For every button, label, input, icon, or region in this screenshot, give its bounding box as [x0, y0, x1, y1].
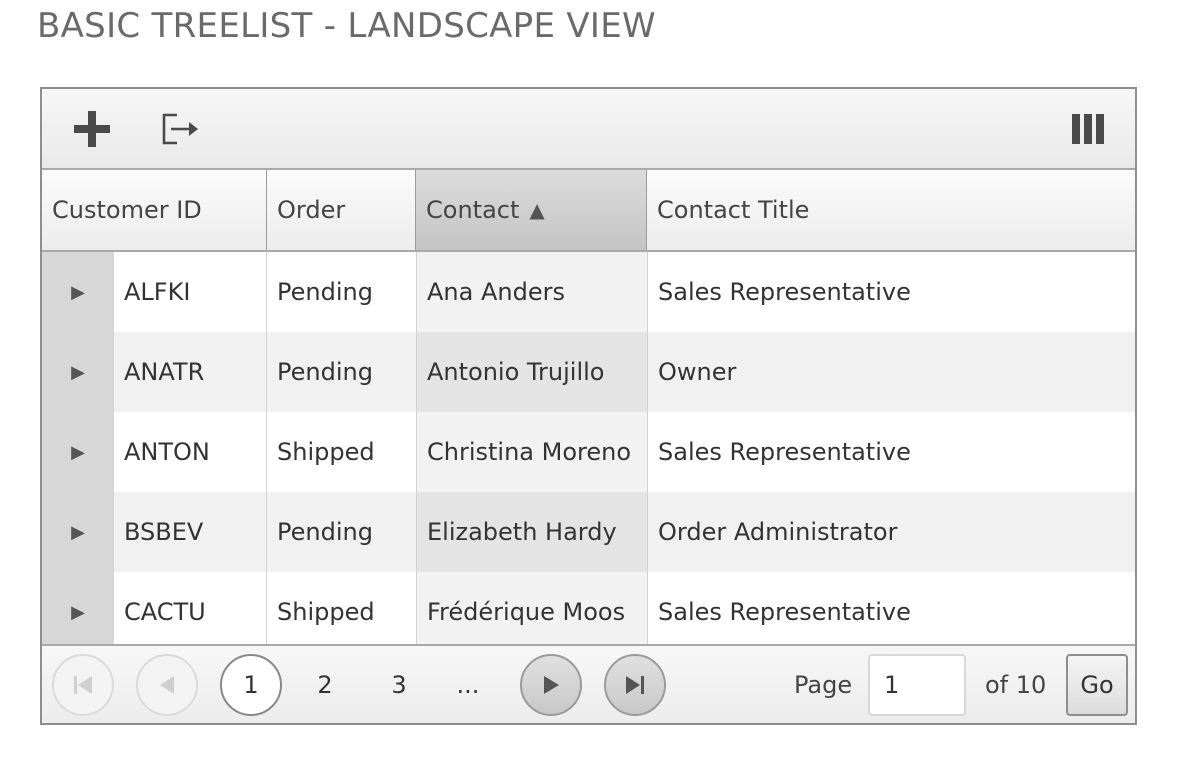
- plus-icon: [74, 111, 110, 147]
- cell-order: Shipped: [266, 412, 416, 492]
- expand-arrow-icon[interactable]: ▶: [42, 412, 114, 492]
- page-ellipsis-button[interactable]: ...: [448, 654, 488, 716]
- column-header-contact[interactable]: Contact ▲: [416, 170, 647, 250]
- cell-contact-title: Sales Representative: [647, 412, 1135, 492]
- expand-arrow-icon[interactable]: ▶: [42, 492, 114, 572]
- column-header-customer-id[interactable]: Customer ID: [42, 170, 267, 250]
- expand-arrow-icon[interactable]: ▶: [42, 572, 114, 644]
- export-button[interactable]: [156, 105, 204, 153]
- add-button[interactable]: [68, 105, 116, 153]
- page-button[interactable]: 3: [379, 654, 419, 716]
- go-button[interactable]: Go: [1066, 654, 1128, 716]
- column-header-row: Customer ID Order Contact ▲ Contact Titl…: [42, 170, 1135, 252]
- cell-order: Pending: [266, 332, 416, 412]
- last-page-button[interactable]: [604, 654, 666, 716]
- previous-page-icon: [160, 676, 174, 694]
- column-header-label: Contact Title: [657, 196, 810, 224]
- cell-contact-title: Sales Representative: [647, 252, 1135, 332]
- table-row[interactable]: ▶ CACTU Shipped Frédérique Moos Sales Re…: [42, 572, 1135, 644]
- pager: 1 2 3 ... Page of 10 Go: [42, 644, 1135, 723]
- first-page-icon: [74, 676, 92, 694]
- page-button[interactable]: 2: [305, 654, 345, 716]
- page-button-current[interactable]: 1: [220, 654, 282, 716]
- cell-customer-id: ANTON: [124, 438, 210, 466]
- sort-ascending-icon: ▲: [529, 198, 545, 222]
- column-chooser-button[interactable]: [1064, 105, 1112, 153]
- cell-contact: Frédérique Moos: [416, 572, 647, 644]
- cell-contact: Elizabeth Hardy: [416, 492, 647, 572]
- column-header-label: Customer ID: [52, 196, 202, 224]
- page-count-label: of 10: [985, 671, 1047, 699]
- cell-contact-title: Sales Representative: [647, 572, 1135, 644]
- table-body: ▶ ALFKI Pending Ana Anders Sales Represe…: [42, 252, 1135, 644]
- page-number-input[interactable]: [868, 654, 966, 716]
- page-title: BASIC TREELIST - LANDSCAPE VIEW: [37, 6, 656, 46]
- table-row[interactable]: ▶ BSBEV Pending Elizabeth Hardy Order Ad…: [42, 492, 1135, 572]
- columns-icon: [1072, 114, 1104, 144]
- cell-customer-id: BSBEV: [124, 518, 204, 546]
- column-header-label: Order: [277, 196, 346, 224]
- cell-contact-title: Order Administrator: [647, 492, 1135, 572]
- column-header-order[interactable]: Order: [267, 170, 416, 250]
- cell-customer-id: CACTU: [124, 598, 206, 626]
- page-label: Page: [794, 671, 853, 699]
- cell-contact: Christina Moreno: [416, 412, 647, 492]
- cell-contact: Ana Anders: [416, 252, 647, 332]
- column-header-contact-title[interactable]: Contact Title: [647, 170, 1135, 250]
- expand-arrow-icon[interactable]: ▶: [42, 252, 114, 332]
- table-row[interactable]: ▶ ANTON Shipped Christina Moreno Sales R…: [42, 412, 1135, 492]
- cell-order: Pending: [266, 252, 416, 332]
- first-page-button[interactable]: [52, 654, 114, 716]
- cell-contact: Antonio Trujillo: [416, 332, 647, 412]
- table-row[interactable]: ▶ ALFKI Pending Ana Anders Sales Represe…: [42, 252, 1135, 332]
- cell-customer-id: ALFKI: [124, 278, 191, 306]
- table-row[interactable]: ▶ ANATR Pending Antonio Trujillo Owner: [42, 332, 1135, 412]
- next-page-button[interactable]: [520, 654, 582, 716]
- toolbar: [42, 89, 1135, 170]
- next-page-icon: [544, 676, 559, 694]
- cell-order: Pending: [266, 492, 416, 572]
- expand-arrow-icon[interactable]: ▶: [42, 332, 114, 412]
- cell-order: Shipped: [266, 572, 416, 644]
- treelist: Customer ID Order Contact ▲ Contact Titl…: [40, 87, 1137, 725]
- previous-page-button[interactable]: [136, 654, 198, 716]
- last-page-icon: [626, 676, 644, 694]
- cell-customer-id: ANATR: [124, 358, 205, 386]
- cell-contact-title: Owner: [647, 332, 1135, 412]
- export-icon: [162, 113, 198, 145]
- column-header-label: Contact: [426, 196, 520, 224]
